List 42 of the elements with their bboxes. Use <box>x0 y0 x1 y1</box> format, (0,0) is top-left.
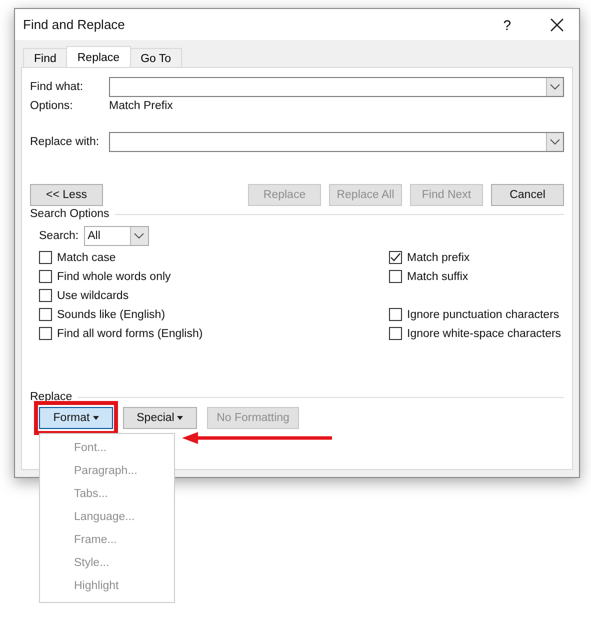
checkbox-label: Sounds like (English) <box>57 308 166 320</box>
checkbox-label: Find all word forms (English) <box>57 328 203 340</box>
close-icon[interactable] <box>550 18 564 32</box>
checkbox[interactable] <box>389 308 402 321</box>
window-title: Find and Replace <box>23 17 126 32</box>
chevron-icon <box>550 139 560 145</box>
field-label: Replace with: <box>30 136 100 148</box>
checkbox-label: Use wildcards <box>57 290 129 302</box>
group-title: Search Options <box>30 208 110 220</box>
chevron-icon <box>550 84 560 90</box>
checkbox[interactable] <box>39 251 52 264</box>
format-button[interactable]: Special <box>123 407 197 429</box>
arrow-icon <box>182 432 332 444</box>
dialog-button[interactable]: << Less <box>30 184 103 206</box>
format-button[interactable]: Format <box>39 407 113 429</box>
chevron-icon <box>134 233 144 239</box>
replace-with-field[interactable] <box>109 132 564 152</box>
find-what-field[interactable] <box>109 77 564 97</box>
field-label: Options: <box>30 100 74 112</box>
checkbox-label: Find whole words only <box>57 270 171 282</box>
field-label: Find what: <box>30 81 84 93</box>
checkbox-label: Ignore white-space characters <box>407 328 562 340</box>
dialog-button[interactable]: Cancel <box>491 184 564 206</box>
checkbox[interactable] <box>389 251 402 264</box>
checkbox-label: Match suffix <box>407 270 468 282</box>
checkbox[interactable] <box>389 327 402 340</box>
tab[interactable]: Replace <box>66 46 131 67</box>
help-button[interactable]: ? <box>503 16 511 32</box>
tab[interactable]: Go To <box>130 48 182 67</box>
search-dropdown[interactable]: All <box>84 226 149 246</box>
options-value: Match Prefix <box>109 100 173 112</box>
checkbox[interactable] <box>39 289 52 302</box>
checkbox[interactable] <box>389 270 402 283</box>
search-label: Search: <box>39 230 79 242</box>
tab[interactable]: Find <box>23 48 68 67</box>
group-title: Replace <box>30 391 72 403</box>
checkbox-label: Match case <box>57 252 116 264</box>
checkbox[interactable] <box>39 308 52 321</box>
checkbox-label: Ignore punctuation characters <box>407 308 560 320</box>
checkbox[interactable] <box>39 327 52 340</box>
checkbox[interactable] <box>39 270 52 283</box>
checkbox-label: Match prefix <box>407 252 470 264</box>
